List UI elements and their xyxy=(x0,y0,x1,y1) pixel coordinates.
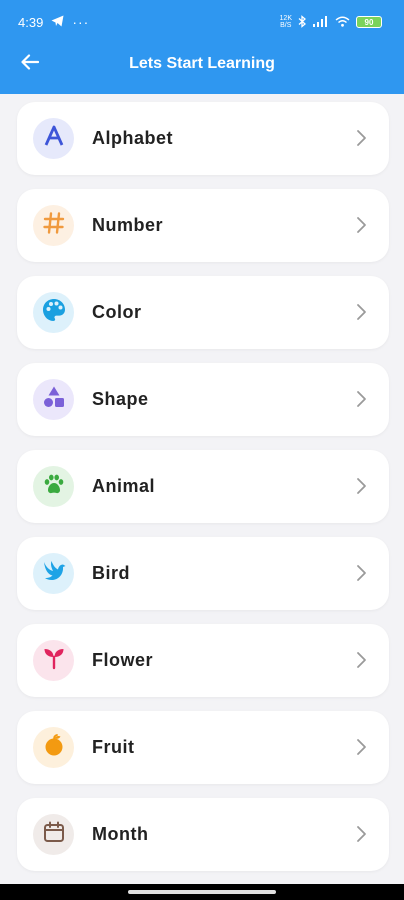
back-button[interactable] xyxy=(18,52,42,76)
home-gesture-handle[interactable] xyxy=(128,890,276,894)
icon-badge xyxy=(33,466,74,507)
chevron-right-icon xyxy=(351,215,371,235)
hash-icon xyxy=(42,211,66,240)
chevron-right-icon xyxy=(351,476,371,496)
wifi-icon xyxy=(335,16,350,29)
shapes-icon xyxy=(42,385,66,414)
category-item-fruit[interactable]: Fruit xyxy=(17,711,389,784)
icon-badge xyxy=(33,379,74,420)
category-item-flower[interactable]: Flower xyxy=(17,624,389,697)
category-label: Bird xyxy=(92,563,130,583)
bird-icon xyxy=(41,558,67,589)
category-item-animal[interactable]: Animal xyxy=(17,450,389,523)
telegram-icon xyxy=(51,15,64,30)
chevron-right-icon xyxy=(351,389,371,409)
orange-fruit-icon xyxy=(42,733,66,762)
arrow-left-icon xyxy=(21,53,40,75)
icon-badge xyxy=(33,118,74,159)
sprout-icon xyxy=(42,646,66,675)
category-item-month[interactable]: Month xyxy=(17,798,389,871)
category-label: Alphabet xyxy=(92,128,174,148)
signal-icon xyxy=(313,15,329,29)
battery-icon: 90 xyxy=(356,16,382,28)
page-title: Lets Start Learning xyxy=(129,55,275,72)
category-item-bird[interactable]: Bird xyxy=(17,537,389,610)
icon-badge xyxy=(33,292,74,333)
status-time: 4:39 xyxy=(18,14,44,30)
system-nav-bar xyxy=(0,884,404,900)
category-label: Color xyxy=(92,302,142,322)
app-bar: 4:39 ··· 12K B/S 90 Lets Start Learning xyxy=(0,0,404,94)
letter-a-icon xyxy=(42,124,66,153)
category-label: Animal xyxy=(92,476,156,496)
chevron-right-icon xyxy=(351,650,371,670)
category-label: Month xyxy=(92,824,149,844)
category-label: Flower xyxy=(92,650,154,670)
title-bar: Lets Start Learning xyxy=(0,44,404,84)
category-item-shape[interactable]: Shape xyxy=(17,363,389,436)
category-list: Alphabet Number Color Shape Animal Bird … xyxy=(17,102,389,885)
icon-badge xyxy=(33,205,74,246)
category-item-number[interactable]: Number xyxy=(17,189,389,262)
category-item-color[interactable]: Color xyxy=(17,276,389,349)
paw-icon xyxy=(42,472,66,501)
chevron-right-icon xyxy=(351,302,371,322)
more-dots-icon: ··· xyxy=(72,14,90,30)
category-label: Number xyxy=(92,215,164,235)
chevron-right-icon xyxy=(351,737,371,757)
category-item-alphabet[interactable]: Alphabet xyxy=(17,102,389,175)
chevron-right-icon xyxy=(351,563,371,583)
icon-badge xyxy=(33,814,74,855)
chevron-right-icon xyxy=(351,824,371,844)
icon-badge xyxy=(33,727,74,768)
category-label: Fruit xyxy=(92,737,135,757)
palette-icon xyxy=(41,297,67,328)
chevron-right-icon xyxy=(351,128,371,148)
calendar-icon xyxy=(42,820,66,849)
icon-badge xyxy=(33,640,74,681)
bluetooth-icon xyxy=(298,14,307,30)
status-bar: 4:39 ··· 12K B/S 90 xyxy=(0,0,404,44)
category-label: Shape xyxy=(92,389,149,409)
network-speed: 12K B/S xyxy=(279,15,292,29)
icon-badge xyxy=(33,553,74,594)
